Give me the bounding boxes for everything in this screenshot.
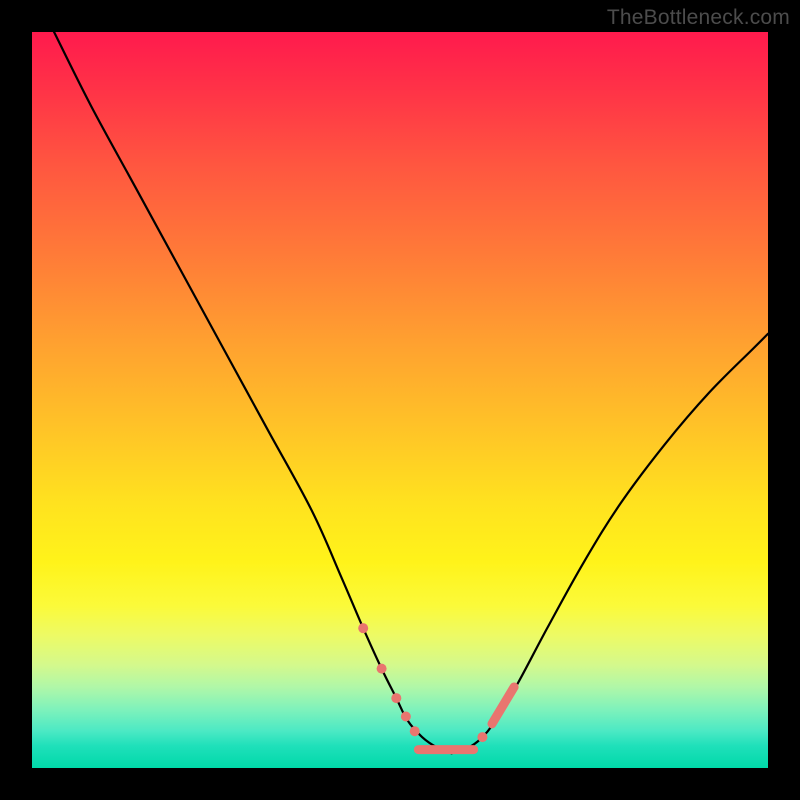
plot-area bbox=[32, 32, 768, 768]
markers-group bbox=[358, 623, 514, 749]
marker-bar bbox=[492, 687, 514, 724]
left-branch-curve bbox=[54, 32, 451, 753]
curves-layer bbox=[32, 32, 768, 768]
marker-dot bbox=[410, 726, 420, 736]
marker-dot bbox=[401, 711, 411, 721]
marker-dot bbox=[377, 664, 387, 674]
marker-dot bbox=[358, 623, 368, 633]
watermark-text: TheBottleneck.com bbox=[607, 6, 790, 30]
marker-dot bbox=[391, 693, 401, 703]
chart-frame: TheBottleneck.com bbox=[0, 0, 800, 800]
marker-dot bbox=[477, 732, 487, 742]
right-branch-curve bbox=[452, 334, 768, 754]
